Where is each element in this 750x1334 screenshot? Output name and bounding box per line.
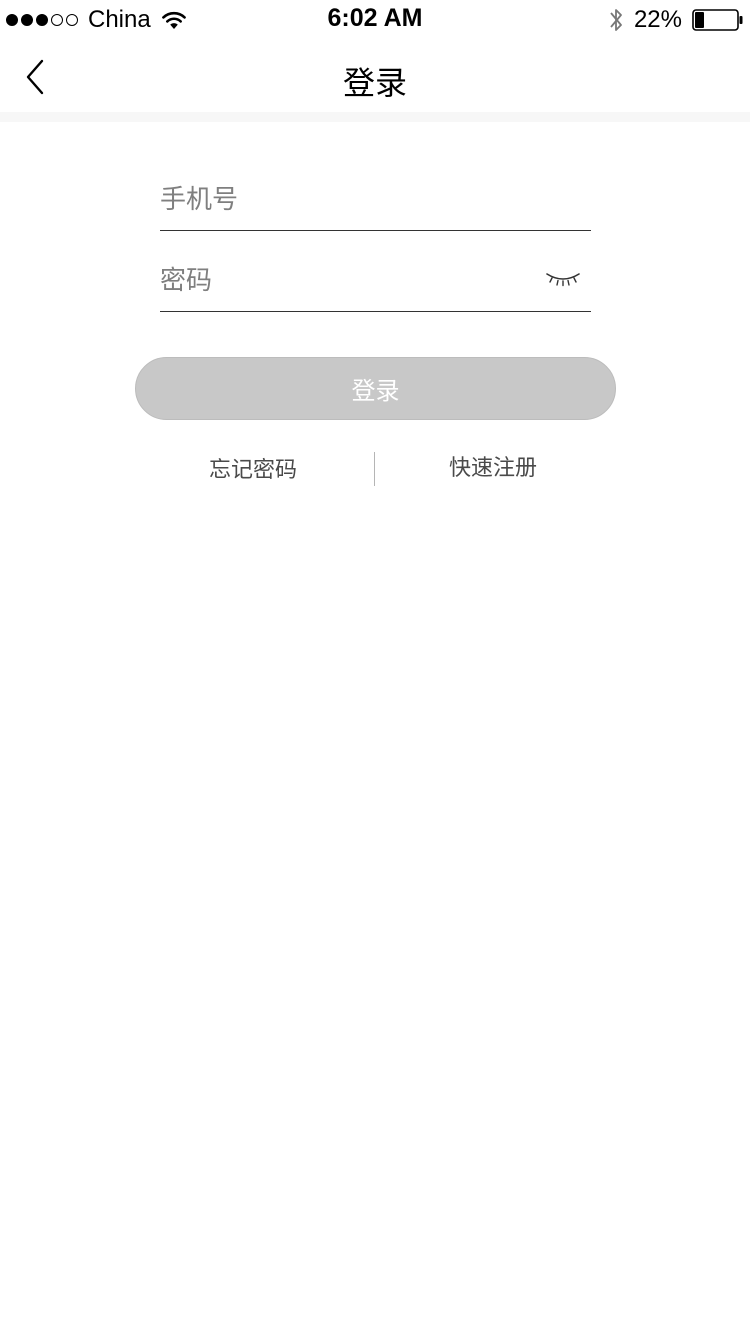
password-visibility-toggle[interactable] [545, 270, 581, 290]
battery-icon [692, 9, 743, 31]
eye-closed-icon [546, 273, 580, 287]
auth-links-row: 忘记密码 快速注册 [0, 452, 750, 486]
password-input[interactable] [160, 252, 530, 310]
password-field-container [160, 252, 591, 312]
page-title: 登录 [342, 64, 407, 102]
phone-input[interactable] [160, 171, 591, 229]
forgot-password-link[interactable]: 忘记密码 [209, 454, 297, 488]
quick-register-link[interactable]: 快速注册 [449, 452, 537, 486]
phone-field-container [160, 171, 591, 231]
bluetooth-icon [610, 9, 622, 31]
navigation-bar: 登录 [0, 40, 750, 112]
nav-divider [0, 112, 750, 122]
status-right: 22% [608, 5, 744, 35]
battery-percent: 22% [633, 6, 682, 33]
links-divider [374, 452, 375, 486]
status-bar: China 6:02 AM 22% [0, 0, 750, 40]
login-button[interactable]: 登录 [135, 357, 616, 420]
